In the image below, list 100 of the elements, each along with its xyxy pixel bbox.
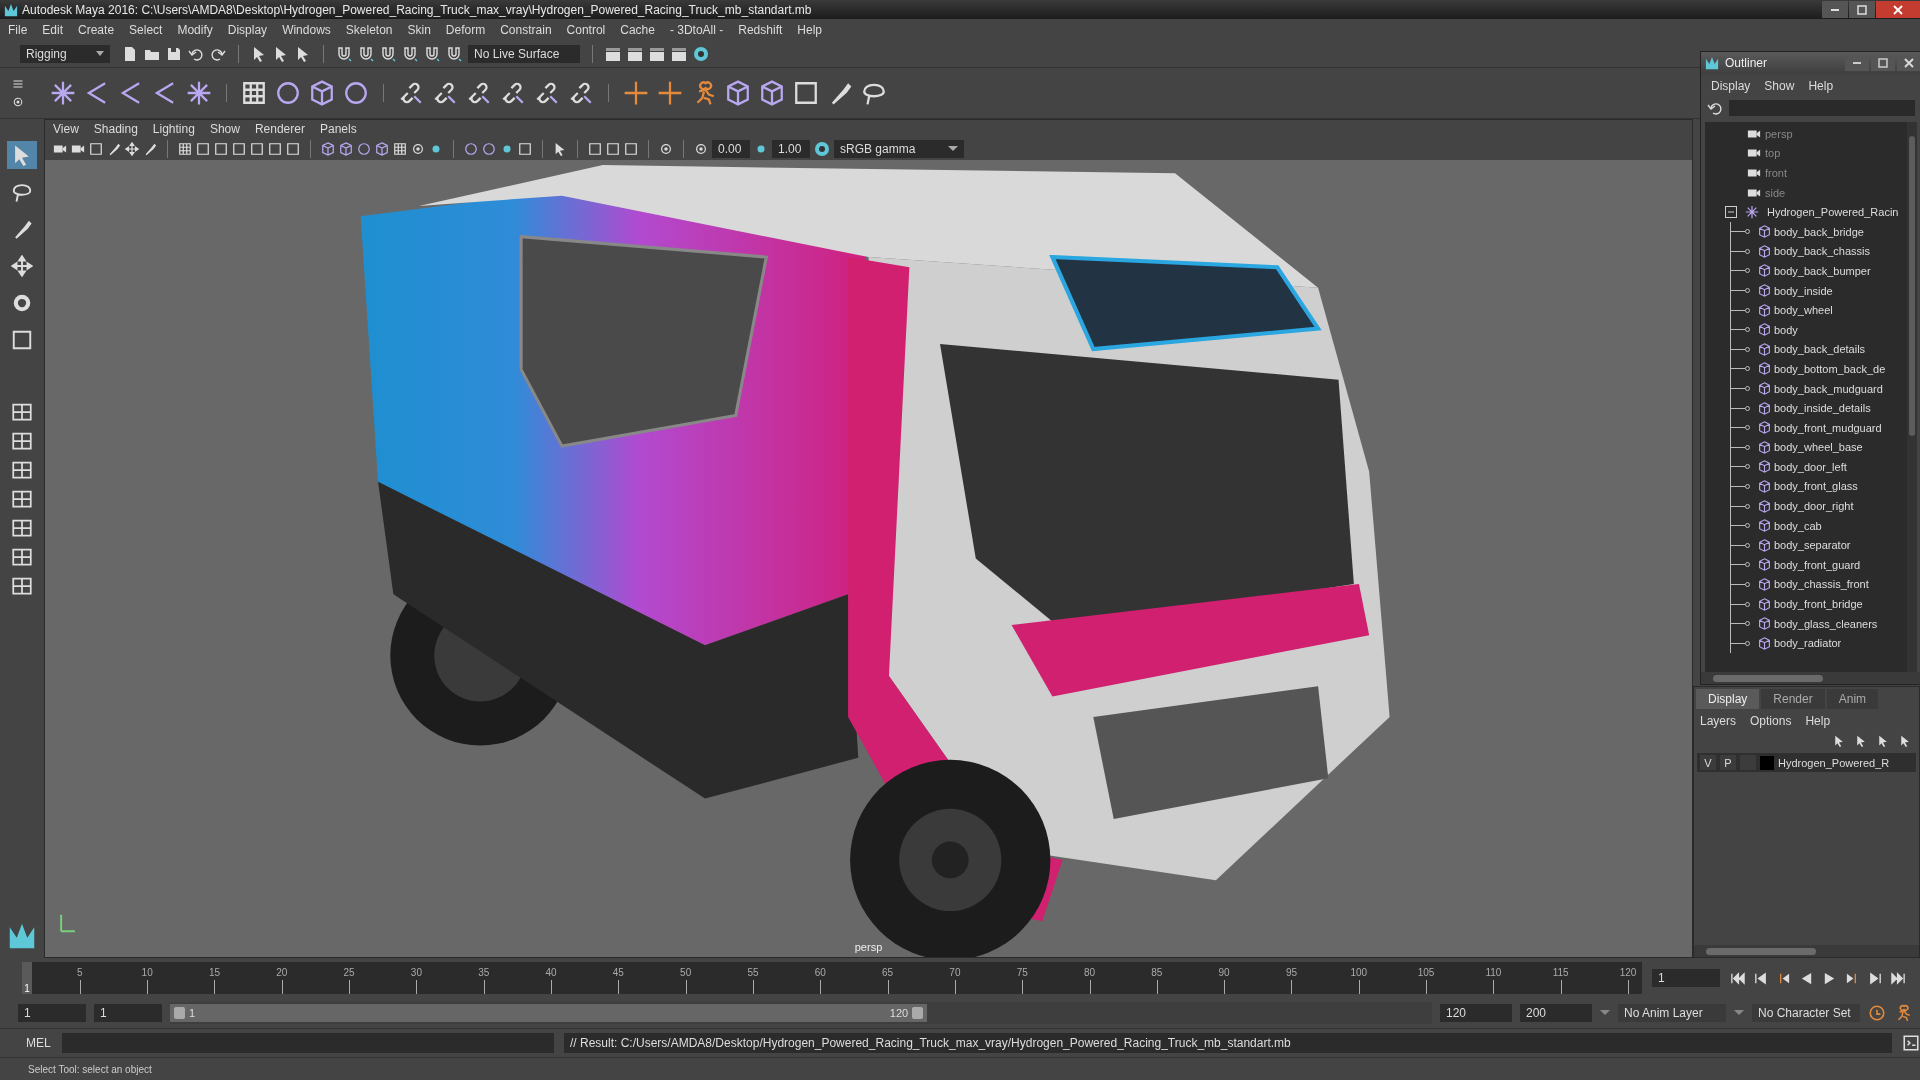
layout-icon[interactable] xyxy=(12,489,32,509)
cross-icon[interactable] xyxy=(657,80,683,106)
clapper-icon[interactable] xyxy=(671,46,687,62)
outliner-item[interactable]: body xyxy=(1774,323,1798,336)
maximize-button[interactable] xyxy=(1849,1,1875,18)
square-icon[interactable] xyxy=(518,142,532,156)
layer-editor-tab[interactable]: Render xyxy=(1761,689,1825,709)
cursor-icon[interactable] xyxy=(1899,735,1911,747)
square-icon[interactable] xyxy=(196,142,210,156)
chain-icon[interactable] xyxy=(432,80,458,106)
range-end-handle[interactable] xyxy=(912,1007,924,1019)
move-icon[interactable] xyxy=(11,255,33,277)
current-frame-field[interactable]: 1 xyxy=(1652,969,1720,987)
disc-icon[interactable] xyxy=(693,46,709,62)
outliner-item[interactable]: side xyxy=(1765,186,1786,199)
script-icon[interactable] xyxy=(1902,1034,1920,1052)
step-forward-icon[interactable] xyxy=(1868,970,1883,986)
square-icon[interactable] xyxy=(286,142,300,156)
square-icon[interactable] xyxy=(214,142,228,156)
menu-item[interactable]: Redshift xyxy=(738,23,783,37)
end-frame-field[interactable]: 200 xyxy=(1520,1004,1592,1022)
cube-icon[interactable] xyxy=(375,142,389,156)
outliner-item[interactable]: body_front_bridge xyxy=(1774,598,1863,611)
color-space-dropdown[interactable]: sRGB gamma xyxy=(834,140,964,158)
outliner-item[interactable]: body_back_details xyxy=(1774,343,1866,356)
layout-icon[interactable] xyxy=(12,460,32,480)
menu-item[interactable]: - 3DtoAll - xyxy=(669,23,724,37)
menu-item[interactable]: Skin xyxy=(407,23,431,37)
sphere-icon[interactable] xyxy=(343,80,369,106)
menu-item[interactable]: Display xyxy=(227,23,268,37)
cursor-icon[interactable] xyxy=(1877,735,1889,747)
lines-icon[interactable] xyxy=(12,78,24,90)
clapper-icon[interactable] xyxy=(605,46,621,62)
undo-icon[interactable] xyxy=(188,46,204,62)
play-backward-icon[interactable] xyxy=(1799,970,1814,986)
brush-icon[interactable] xyxy=(143,142,157,156)
outliner-item[interactable]: body_bottom_back_de xyxy=(1774,362,1886,375)
step-back-icon[interactable] xyxy=(1753,970,1768,986)
range-slider-fill[interactable] xyxy=(170,1004,928,1022)
outliner-item[interactable]: body_front_guard xyxy=(1774,558,1861,571)
filter-field[interactable] xyxy=(1729,100,1915,116)
skip-to-end-icon[interactable] xyxy=(1891,970,1906,986)
dropdown-arrow-icon[interactable] xyxy=(1734,1010,1744,1016)
panel-menu-item[interactable]: Lighting xyxy=(152,122,195,136)
chain-icon[interactable] xyxy=(398,80,424,106)
menu-item[interactable]: Edit xyxy=(42,23,64,37)
outliner-item[interactable]: body_glass_cleaners xyxy=(1774,617,1878,630)
magnet-icon[interactable] xyxy=(446,46,462,62)
character-set-dropdown[interactable]: No Character Set xyxy=(1752,1004,1860,1022)
menu-item[interactable]: Create xyxy=(78,23,115,37)
menu-item[interactable]: Modify xyxy=(177,23,213,37)
layout-icon[interactable] xyxy=(12,518,32,538)
panel-menu-item[interactable]: View xyxy=(53,122,79,136)
outliner-item[interactable]: persp xyxy=(1765,127,1793,140)
outliner-item[interactable]: body_back_mudguard xyxy=(1774,382,1883,395)
layout-icon[interactable] xyxy=(12,431,32,451)
menu-item[interactable]: Windows xyxy=(282,23,331,37)
layer-color-swatch[interactable] xyxy=(1760,755,1774,770)
square-icon[interactable] xyxy=(232,142,246,156)
skip-to-start-icon[interactable] xyxy=(1730,970,1745,986)
start-frame-field[interactable]: 1 xyxy=(18,1004,86,1022)
magnet-icon[interactable] xyxy=(358,46,374,62)
visibility-toggle[interactable]: V xyxy=(1700,755,1716,770)
outliner-item[interactable]: front xyxy=(1765,167,1787,179)
outliner-item[interactable]: body_chassis_front xyxy=(1774,578,1869,591)
menu-item[interactable]: Help xyxy=(797,23,822,37)
outliner-item[interactable]: body_front_glass xyxy=(1774,480,1858,493)
outliner-item[interactable]: body_wheel_base xyxy=(1774,441,1863,454)
outliner-item[interactable]: body_back_bumper xyxy=(1774,264,1871,277)
dropdown-arrow-icon[interactable] xyxy=(1600,1010,1610,1016)
current-frame-marker[interactable]: 1 xyxy=(22,962,32,994)
menu-set-dropdown[interactable]: Rigging xyxy=(20,45,110,63)
layer-editor-tab[interactable]: Anim xyxy=(1826,689,1879,709)
square-icon[interactable] xyxy=(250,142,264,156)
outliner-item[interactable]: body_back_bridge xyxy=(1774,225,1864,238)
layout-icon[interactable] xyxy=(12,402,32,422)
layer-name[interactable]: Hydrogen_Powered_R xyxy=(1778,756,1890,769)
clapper-icon[interactable] xyxy=(627,46,643,62)
panel-menu-item[interactable]: Panels xyxy=(319,122,357,136)
clock-icon[interactable] xyxy=(1868,1004,1886,1022)
menu-item[interactable]: Select xyxy=(129,23,163,37)
outliner-menu-item[interactable]: Show xyxy=(1764,79,1795,93)
layer-editor-tab[interactable]: Display xyxy=(1696,689,1760,709)
layer-menu-item[interactable]: Options xyxy=(1750,714,1792,728)
anim-layer-dropdown[interactable]: No Anim Layer xyxy=(1618,1004,1726,1022)
cross-icon[interactable] xyxy=(623,80,649,106)
clapper-icon[interactable] xyxy=(649,46,665,62)
outliner-item[interactable]: body_door_right xyxy=(1774,500,1854,513)
playback-start-field[interactable]: 1 xyxy=(94,1004,162,1022)
playback-end-field[interactable]: 120 xyxy=(1440,1004,1512,1022)
undo-icon[interactable] xyxy=(1707,100,1723,116)
outliner-menu-item[interactable]: Help xyxy=(1808,79,1834,93)
cube-icon[interactable] xyxy=(321,142,335,156)
close-button[interactable] xyxy=(1897,55,1920,71)
square-icon[interactable] xyxy=(793,80,819,106)
outliner-item[interactable]: body_back_chassis xyxy=(1774,245,1870,258)
redo-icon[interactable] xyxy=(210,46,226,62)
outliner-item[interactable]: Hydrogen_Powered_Racin xyxy=(1767,206,1899,219)
horizontal-scrollbar[interactable] xyxy=(1694,945,1919,957)
script-language-label[interactable]: MEL xyxy=(26,1036,52,1050)
